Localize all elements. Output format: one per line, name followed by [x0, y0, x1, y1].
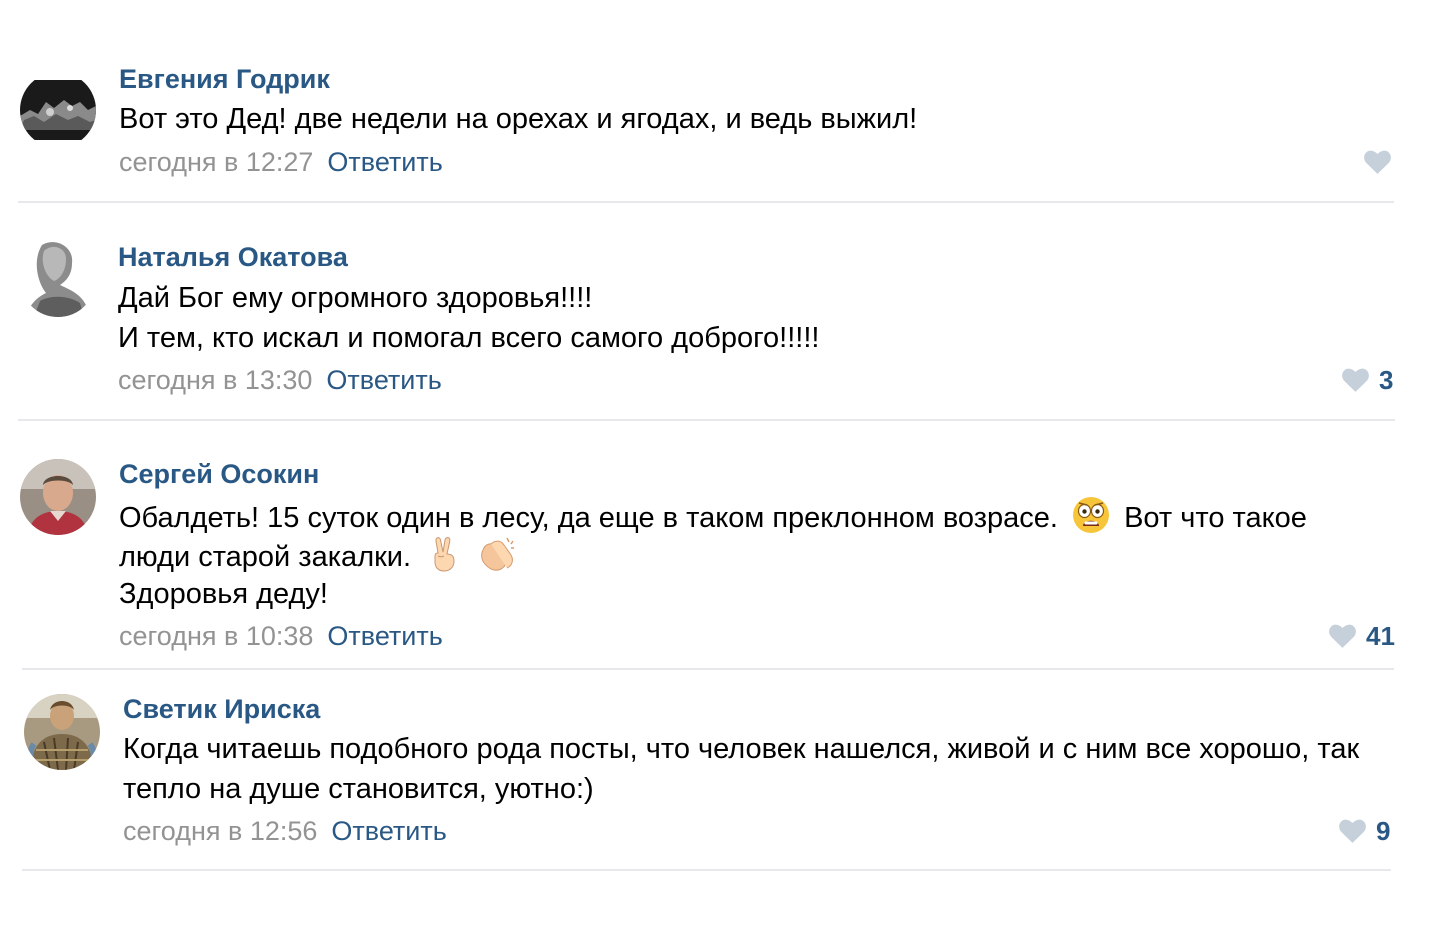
comment-text: Здоровья деду!: [119, 578, 328, 610]
victory-hand-icon: [429, 536, 461, 581]
like-count: 3: [1379, 365, 1394, 395]
like-button[interactable]: 41: [1329, 620, 1395, 652]
comment-text: Дай Бог ему огромного здоровья!!!!: [118, 282, 593, 314]
heart-icon: [1364, 150, 1391, 174]
comment-text: Вот это Дед! две недели на орехах и ягод…: [119, 103, 918, 135]
like-count: 41: [1366, 621, 1395, 651]
avatar[interactable]: [20, 459, 96, 535]
like-button[interactable]: 9: [1339, 815, 1390, 847]
comment-date[interactable]: сегодня в 13:30: [118, 365, 312, 395]
comment-meta: сегодня в 12:27 Ответить: [119, 146, 443, 178]
comment-date[interactable]: сегодня в 12:56: [123, 816, 317, 846]
author-name[interactable]: Сергей Осокин: [119, 458, 319, 490]
like-button[interactable]: 3: [1342, 364, 1393, 396]
comment-meta: сегодня в 12:56 Ответить: [123, 815, 447, 847]
heart-icon: [1342, 368, 1369, 392]
avatar[interactable]: [20, 241, 96, 317]
comment-text: Вот что такое: [1124, 502, 1307, 535]
comment-text: Обалдеть! 15 суток один в лесу, да еще в…: [119, 502, 1058, 535]
heart-icon: [1339, 819, 1366, 843]
like-button[interactable]: [1364, 146, 1401, 178]
divider: [22, 869, 1391, 871]
comment-date[interactable]: сегодня в 12:27: [119, 147, 313, 177]
author-name[interactable]: Евгения Годрик: [119, 63, 330, 95]
reply-button[interactable]: Ответить: [331, 816, 446, 846]
comment-text: И тем, кто искал и помогал всего самого …: [118, 322, 820, 354]
comment-text: тепло на душе становится, уютно:): [123, 773, 594, 805]
heart-icon: [1329, 624, 1356, 648]
divider: [22, 668, 1394, 670]
author-name[interactable]: Наталья Окатова: [118, 241, 348, 273]
astonished-face-icon: [1072, 496, 1110, 543]
like-count: 9: [1376, 816, 1391, 846]
divider: [18, 201, 1394, 203]
avatar[interactable]: [20, 72, 96, 148]
avatar[interactable]: [24, 694, 100, 770]
comment-text: Когда читаешь подобного рода посты, что …: [123, 733, 1360, 765]
comment-text: люди старой закалки.: [119, 541, 412, 574]
comment-meta: сегодня в 10:38 Ответить: [119, 620, 443, 652]
comment-meta: сегодня в 13:30 Ответить: [118, 364, 442, 396]
comment-text-line-2: люди старой закалки.: [119, 536, 517, 581]
clapping-hands-icon: [477, 536, 517, 581]
reply-button[interactable]: Ответить: [326, 365, 441, 395]
divider: [18, 419, 1395, 421]
reply-button[interactable]: Ответить: [327, 147, 442, 177]
author-name[interactable]: Светик Ириска: [123, 693, 320, 725]
comment-date[interactable]: сегодня в 10:38: [119, 621, 313, 651]
reply-button[interactable]: Ответить: [327, 621, 442, 651]
